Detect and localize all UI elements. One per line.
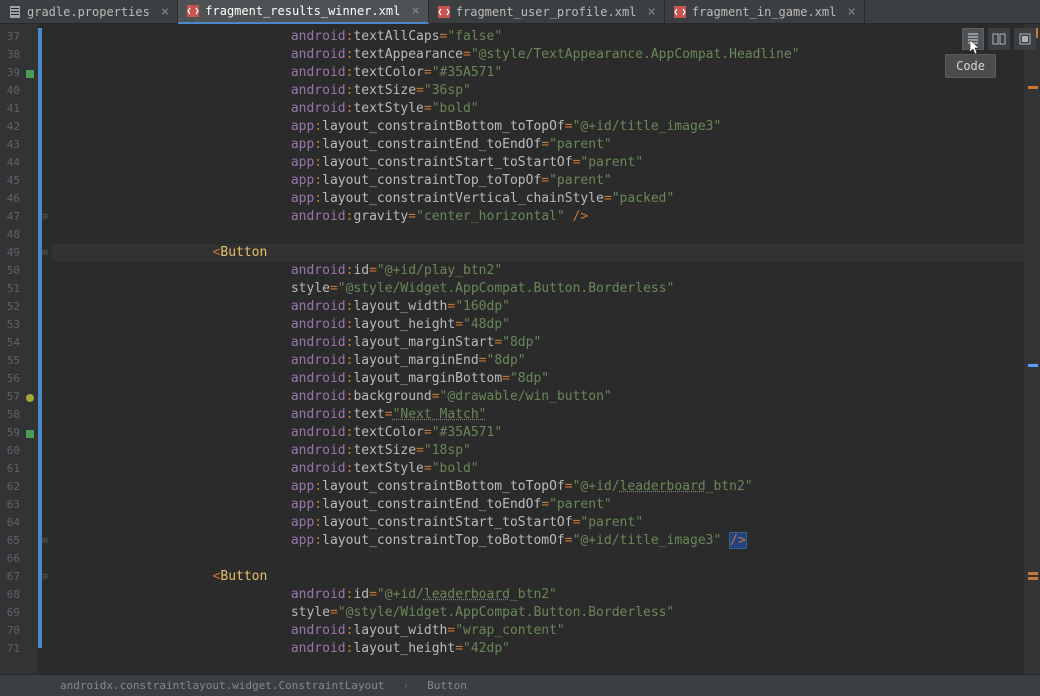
tab-label: fragment_results_winner.xml [205,4,400,18]
tab-gradle-properties[interactable]: gradle.properties × [0,0,178,24]
design-view-button[interactable] [1014,28,1036,50]
close-icon[interactable]: × [647,4,655,20]
error-stripe[interactable] [1024,24,1040,674]
xml-icon [186,4,200,18]
close-icon[interactable]: × [847,4,855,20]
tab-label: gradle.properties [27,5,150,19]
breadcrumb-bar[interactable]: androidx.constraintlayout.widget.Constra… [0,674,1040,696]
xml-icon [437,5,451,19]
code-editor[interactable]: android:textAllCaps="false" android:text… [52,24,1024,674]
close-icon[interactable]: × [411,3,419,19]
tab-label: fragment_in_game.xml [692,5,837,19]
close-icon[interactable]: × [161,4,169,20]
tab-fragment-in-game[interactable]: fragment_in_game.xml × [665,0,865,24]
breadcrumb-item[interactable]: Button [427,679,467,692]
tab-fragment-user-profile[interactable]: fragment_user_profile.xml × [429,0,665,24]
xml-icon [673,5,687,19]
breadcrumb-item[interactable]: androidx.constraintlayout.widget.Constra… [60,679,385,692]
tooltip: Code [945,54,996,78]
breadcrumb-separator: › [403,679,410,692]
mouse-cursor [970,40,982,56]
editor-area: 3738394041424344454647484950515253545556… [0,24,1040,674]
tab-fragment-results-winner[interactable]: fragment_results_winner.xml × [178,0,429,24]
file-icon [8,5,22,19]
editor-tabs: gradle.properties × fragment_results_win… [0,0,1040,24]
vcs-change-stripe [38,28,42,648]
split-view-button[interactable] [988,28,1010,50]
line-number-gutter[interactable]: 3738394041424344454647484950515253545556… [0,24,38,674]
tab-label: fragment_user_profile.xml [456,5,637,19]
